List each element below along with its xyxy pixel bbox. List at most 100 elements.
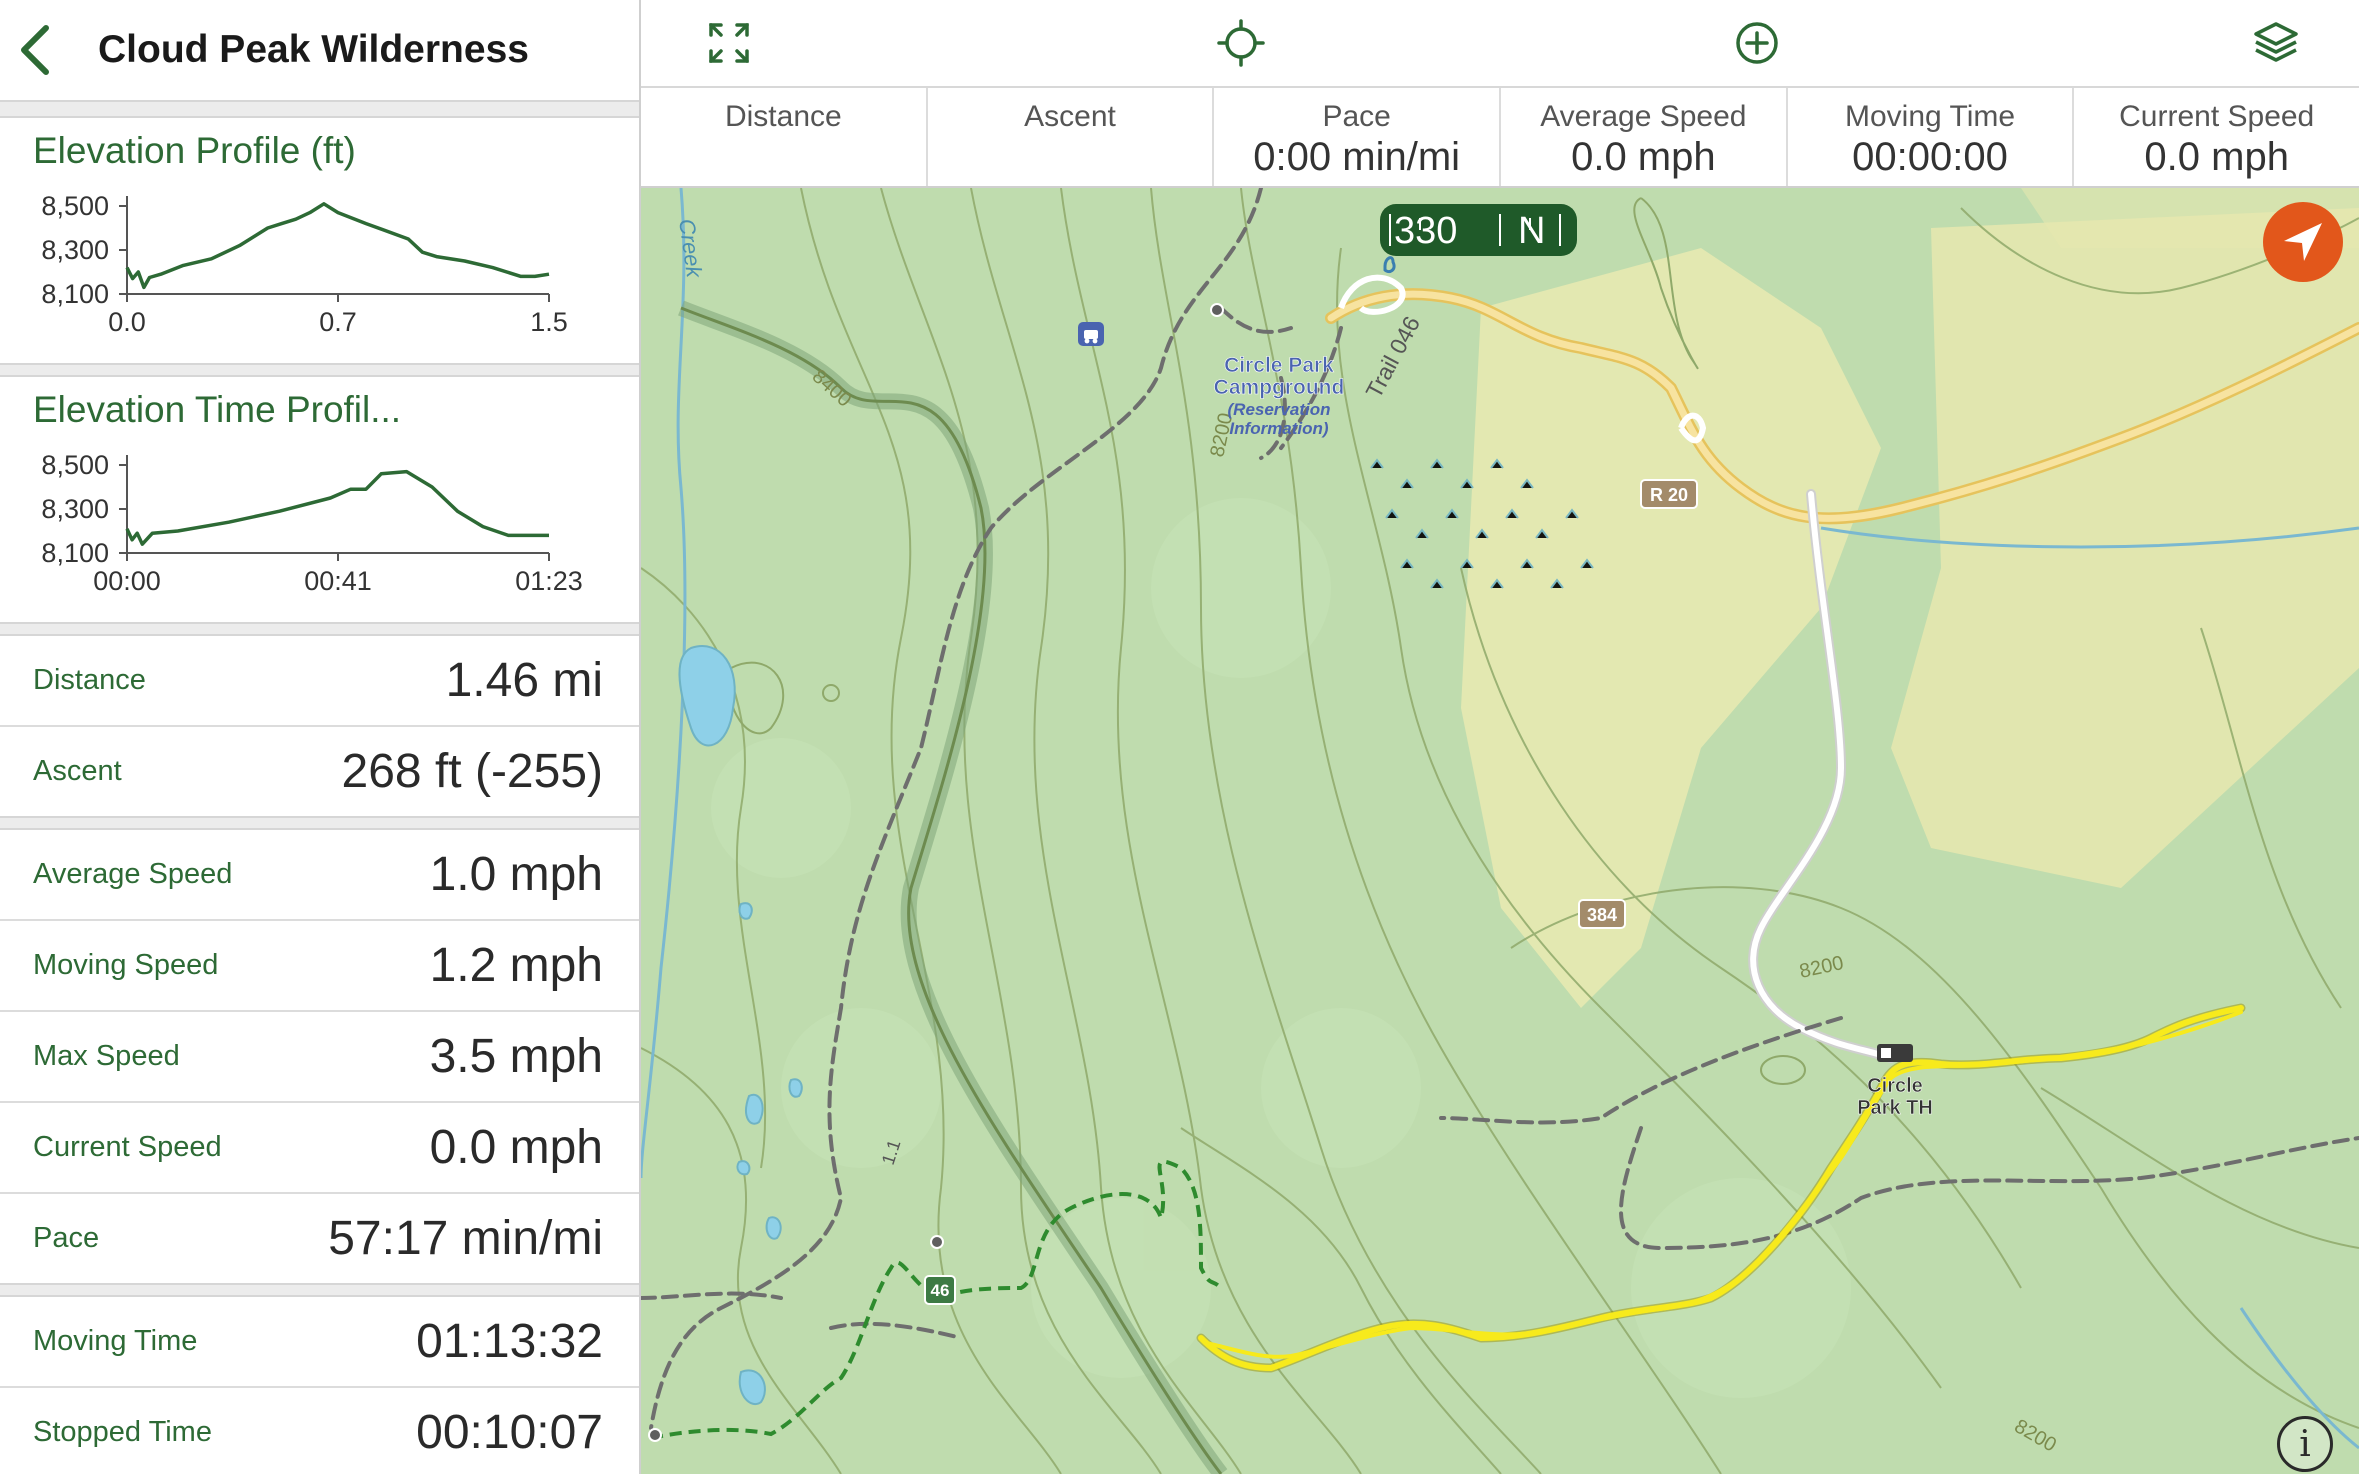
metric-distance[interactable]: Distance [641,88,928,186]
stat-label: Current Speed [33,1131,222,1163]
metric-current-speed[interactable]: Current Speed 0.0 mph [2074,88,2359,186]
y-tick-label: 8,300 [41,235,109,265]
stat-label: Pace [33,1222,100,1254]
crosshair-icon [1217,19,1265,67]
stat-value: 01:13:32 [416,1315,603,1368]
metric-pace[interactable]: Pace 0:00 min/mi [1214,88,1502,186]
x-tick-label: 00:41 [304,566,372,596]
stat-value: 57:17 min/mi [328,1212,603,1265]
metric-label: Moving Time [1844,100,2016,133]
page-title: Cloud Peak Wilderness [98,28,529,71]
stat-value: 3.5 mph [429,1030,603,1083]
map-label-trailhead: Circle [1867,1075,1923,1097]
metric-label: Pace [1322,100,1391,133]
navigation-arrow-icon [2284,223,2322,261]
campground-icon [1078,322,1104,346]
expand-icon [709,23,749,63]
stat-value: 1.2 mph [429,939,603,992]
x-tick-label: 01:23 [515,566,583,596]
stat-row-stopped-time: Stopped Time 00:10:07 [0,1388,639,1474]
sidebar-header: Cloud Peak Wilderness [0,0,639,100]
back-button[interactable] [0,0,70,100]
x-tick-label: 1.5 [530,307,568,337]
chevron-left-icon [21,25,49,75]
y-tick-label: 8,500 [41,191,109,221]
metric-value: 0.0 mph [1571,135,1716,179]
section-divider [0,363,639,377]
stat-label: Ascent [33,755,122,787]
trailhead-icon [1877,1044,1913,1062]
map-canvas: Creek Trail 046 8400 8200 8200 8200 Circ… [641,188,2359,1474]
stat-row-pace: Pace 57:17 min/mi [0,1194,639,1283]
map-label-campground: Campground [1214,376,1345,399]
info-icon: i [2299,1423,2311,1465]
stat-label: Moving Time [33,1325,198,1357]
elevation-profile-card[interactable]: Elevation Profile (ft) 8,500 8,300 8,100 0.… [0,118,639,363]
y-tick-label: 8,500 [41,450,109,480]
add-circle-icon [1736,22,1778,64]
metric-label: Ascent [1024,100,1116,133]
compass-degrees: 330 [1394,210,1458,252]
stat-row-ascent: Ascent 268 ft (-255) [0,727,639,816]
map-label-trailhead: Park TH [1857,1097,1933,1119]
stat-row-moving-time: Moving Time 01:13:32 [0,1297,639,1388]
map-label-road: R 20 [1650,485,1688,505]
stat-value: 0.0 mph [429,1121,603,1174]
map-layers-button[interactable] [2251,18,2301,68]
fullscreen-button[interactable] [704,18,754,68]
stat-row-distance: Distance 1.46 mi [0,636,639,727]
stat-label: Distance [33,664,146,696]
stat-label: Stopped Time [33,1416,212,1448]
topo-map[interactable]: Creek Trail 046 8400 8200 8200 8200 Circ… [641,188,2359,1474]
y-tick-label: 8,100 [41,279,109,309]
stats-group-speed: Average Speed 1.0 mph Moving Speed 1.2 m… [0,830,639,1283]
stat-label: Max Speed [33,1040,180,1072]
stats-sidebar: Cloud Peak Wilderness Elevation Profile … [0,0,641,1474]
stat-value: 1.0 mph [429,848,603,901]
metric-ascent[interactable]: Ascent [928,88,1215,186]
metric-label: Distance [724,100,842,133]
stat-value: 268 ft (-255) [341,745,603,798]
section-divider [0,100,639,118]
follow-location-button[interactable] [2263,202,2343,282]
metric-value: 00:00:00 [1852,135,2008,179]
section-divider [0,1283,639,1297]
stat-label: Average Speed [33,858,233,890]
stat-value: 1.46 mi [445,654,603,707]
metric-label: Average Speed [1540,100,1747,133]
stat-row-max-speed: Max Speed 3.5 mph [0,1012,639,1103]
section-divider [0,816,639,830]
elevation-profile-chart: 8,500 8,300 8,1000.0 0.7 1.5 [41,191,568,337]
elevation-series-line [125,202,550,290]
stat-row-average-speed: Average Speed 1.0 mph [0,830,639,921]
stat-row-current-speed: Current Speed 0.0 mph [0,1103,639,1194]
elevation-time-chart: 8,500 8,300 8,10000:00 00:41 01:23 [41,450,583,596]
map-label-campground: Circle Park [1224,354,1334,377]
stats-group-distance: Distance 1.46 mi Ascent 268 ft (-255) [0,636,639,816]
metric-value: 0:00 min/mi [1253,135,1461,179]
map-toolbar [641,0,2359,88]
compass-heading[interactable]: 330 N [1380,204,1577,256]
map-label-road: 384 [1587,905,1617,925]
metric-value: 0.0 mph [2144,135,2289,179]
stat-row-moving-speed: Moving Speed 1.2 mph [0,921,639,1012]
locate-button[interactable] [1216,18,1266,68]
metric-label: Current Speed [2119,100,2315,133]
map-label-campground: Information) [1229,419,1328,438]
metric-moving-time[interactable]: Moving Time 00:00:00 [1788,88,2075,186]
layers-icon [2254,22,2298,62]
x-tick-label: 00:00 [93,566,161,596]
info-button[interactable]: i [2277,1416,2333,1472]
add-waypoint-button[interactable] [1732,18,1782,68]
compass-cardinal: N [1518,210,1546,252]
stat-label: Moving Speed [33,949,219,981]
elevation-time-card[interactable]: Elevation Time Profil... 8,500 8,300 8,100… [0,377,639,622]
x-tick-label: 0.7 [319,307,357,337]
live-metrics-bar: Distance Ascent Pace 0:00 min/mi Average… [641,88,2359,188]
stats-group-time: Moving Time 01:13:32 Stopped Time 00:10:… [0,1297,639,1474]
stat-value: 00:10:07 [416,1406,603,1459]
x-tick-label: 0.0 [108,307,146,337]
map-label-campground: (Reservation [1228,400,1331,419]
section-divider [0,622,639,636]
metric-average-speed[interactable]: Average Speed 0.0 mph [1501,88,1788,186]
